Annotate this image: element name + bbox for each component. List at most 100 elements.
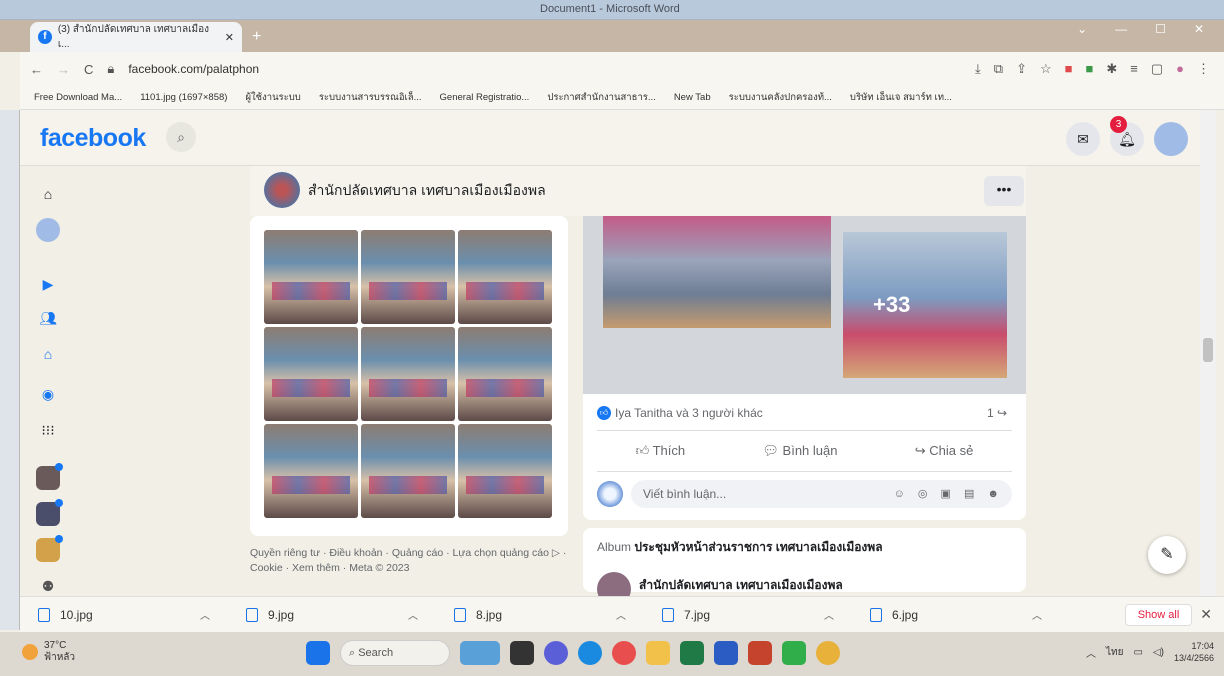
chevron-up-icon[interactable]: ︿ [616, 607, 626, 622]
gaming-icon[interactable]: ◉ [36, 382, 60, 406]
close-button[interactable]: ✕ [1194, 22, 1204, 36]
post-photo[interactable] [843, 232, 1007, 378]
chevron-up-icon[interactable]: ︿ [200, 607, 210, 622]
weather-widget[interactable]: 37°C ฟ้าหลัว [22, 640, 75, 664]
chrome-icon[interactable] [816, 641, 840, 665]
comment-input[interactable]: Viết bình luận... ☺ ◎ ▣ ▤ ☻ [631, 480, 1012, 508]
photo-thumbnail[interactable] [458, 424, 552, 518]
close-icon[interactable]: ✕ [1200, 606, 1212, 623]
network-icon[interactable]: ▭ [1133, 647, 1142, 658]
sidepanel-icon[interactable]: ▢ [1151, 61, 1163, 77]
clock[interactable]: 17:04 13/4/2566 [1174, 640, 1214, 664]
taskbar-search[interactable]: ⌕ Search [340, 640, 450, 666]
install-icon[interactable]: ⤓ [975, 61, 981, 77]
like-button[interactable]: 👍︎ Thích [636, 443, 685, 459]
start-icon[interactable] [306, 641, 330, 665]
reload-icon[interactable]: C [84, 62, 93, 77]
album-poster-name[interactable]: สำนักปลัดเทศบาล เทศบาลเมืองเมืองพล [639, 576, 843, 595]
bookmark-item[interactable]: General Registratio... [440, 92, 530, 103]
show-all-button[interactable]: Show all [1124, 603, 1193, 626]
extension-icon[interactable]: ■ [1065, 61, 1073, 77]
firefox-icon[interactable] [612, 641, 636, 665]
share-page-icon[interactable]: ⇪ [1016, 61, 1027, 77]
friends-icon[interactable]: 👥︎ [36, 306, 60, 330]
scrollbar-thumb[interactable] [1203, 338, 1213, 362]
puzzle-icon[interactable]: ✱ [1106, 61, 1117, 77]
bookmark-item[interactable]: ผู้ใช้งานระบบ [245, 90, 300, 105]
share-count[interactable]: 1 ↪ [987, 406, 1007, 420]
maximize-button[interactable]: ☐ [1155, 22, 1166, 36]
photo-thumbnail[interactable] [361, 424, 455, 518]
account-avatar[interactable] [1154, 122, 1188, 156]
bookmark-item[interactable]: New Tab [674, 92, 711, 103]
minimize-button[interactable]: — [1115, 22, 1127, 36]
menu-grid-icon[interactable]: ⁝⁝⁝ [36, 418, 60, 442]
line-icon[interactable] [782, 641, 806, 665]
photo-thumbnail[interactable] [361, 230, 455, 324]
more-photos-count[interactable]: +33 [873, 292, 910, 318]
reactions-summary[interactable]: 👍︎ Iya Tanitha và 3 người khác [597, 406, 763, 420]
compose-icon[interactable]: ✎ [1148, 536, 1186, 574]
chevron-up-icon[interactable]: ︿ [824, 607, 834, 622]
messenger-icon[interactable]: ✉ [1066, 122, 1100, 156]
bookmark-item[interactable]: Free Download Ma... [34, 92, 122, 103]
download-item[interactable]: 7.jpg ︿ [644, 607, 852, 622]
volume-icon[interactable]: ◁) [1153, 647, 1164, 658]
profile-avatar[interactable]: ● [1176, 61, 1184, 77]
new-tab-button[interactable]: + [252, 28, 261, 46]
share-button[interactable]: ↪ Chia sẻ [915, 443, 974, 459]
language-indicator[interactable]: ไทย [1106, 645, 1123, 660]
marketplace-icon[interactable]: ⌂ [36, 342, 60, 366]
translate-icon[interactable]: ⧉ [994, 61, 1003, 77]
shortcut-group-icon[interactable] [36, 499, 63, 526]
photo-thumbnail[interactable] [264, 424, 358, 518]
extension-icon[interactable]: ■ [1085, 61, 1093, 77]
download-item[interactable]: 9.jpg ︿ [228, 607, 436, 622]
chat-icon[interactable] [544, 641, 568, 665]
page-avatar[interactable] [264, 172, 300, 208]
edge-icon[interactable] [578, 641, 602, 665]
url-field[interactable]: facebook.com/palatphon [128, 62, 259, 76]
comment-tools-icon[interactable]: ☺ ◎ ▣ ▤ ☻ [894, 480, 1004, 508]
excel-icon[interactable] [680, 641, 704, 665]
bookmark-item[interactable]: บริษัท เอ็นเจ สมาร์ท เท... [850, 90, 952, 105]
album-title[interactable]: ประชุมหัวหน้าส่วนราชการ เทศบาลเมืองเมือง… [634, 540, 882, 554]
bookmark-item[interactable]: 1101.jpg (1697×858) [140, 92, 227, 103]
back-icon[interactable]: ← [30, 62, 43, 77]
chevron-up-icon[interactable]: ︿ [1032, 607, 1042, 622]
more-options-button[interactable]: ••• [984, 176, 1024, 206]
search-icon[interactable]: ⌕ [166, 122, 196, 152]
photo-thumbnail[interactable] [264, 230, 358, 324]
bookmark-star-icon[interactable]: ☆ [1040, 61, 1052, 77]
profile-icon[interactable] [36, 218, 60, 242]
watch-icon[interactable]: ▶ [36, 272, 60, 296]
forward-icon[interactable]: → [57, 62, 70, 77]
bookmark-item[interactable]: ประกาศสำนักงานสาธาร... [547, 90, 656, 105]
widgets-icon[interactable] [460, 641, 500, 665]
photo-thumbnail[interactable] [264, 327, 358, 421]
download-item[interactable]: 10.jpg ︿ [20, 607, 228, 622]
shortcut-group-icon[interactable] [36, 463, 63, 490]
task-view-icon[interactable] [510, 641, 534, 665]
groups-icon[interactable]: ⚉ [36, 574, 60, 598]
file-explorer-icon[interactable] [646, 641, 670, 665]
download-item[interactable]: 8.jpg ︿ [436, 607, 644, 622]
powerpoint-icon[interactable] [748, 641, 772, 665]
chevron-down-icon[interactable]: ⌄ [1077, 22, 1087, 36]
photo-thumbnail[interactable] [361, 327, 455, 421]
chevron-up-icon[interactable]: ︿ [1086, 645, 1096, 660]
photo-thumbnail[interactable] [458, 327, 552, 421]
download-item[interactable]: 6.jpg ︿ [852, 607, 1060, 622]
comment-button[interactable]: 💬︎ Bình luận [762, 443, 837, 459]
browser-tab[interactable]: f (3) สำนักปลัดเทศบาล เทศบาลเมืองเ... ✕ [30, 22, 242, 52]
tab-close-icon[interactable]: ✕ [225, 31, 234, 44]
bookmark-item[interactable]: ระบบงานคลังปกครองท้... [729, 90, 832, 105]
photo-thumbnail[interactable] [458, 230, 552, 324]
facebook-logo[interactable]: facebook [40, 124, 146, 153]
post-photo[interactable] [603, 216, 831, 328]
shortcut-group-icon[interactable] [36, 535, 63, 562]
word-icon[interactable] [714, 641, 738, 665]
menu-icon[interactable]: ⋮ [1197, 61, 1210, 77]
page-name[interactable]: สำนักปลัดเทศบาล เทศบาลเมืองเมืองพล [308, 180, 546, 202]
home-icon[interactable]: ⌂ [36, 182, 60, 206]
